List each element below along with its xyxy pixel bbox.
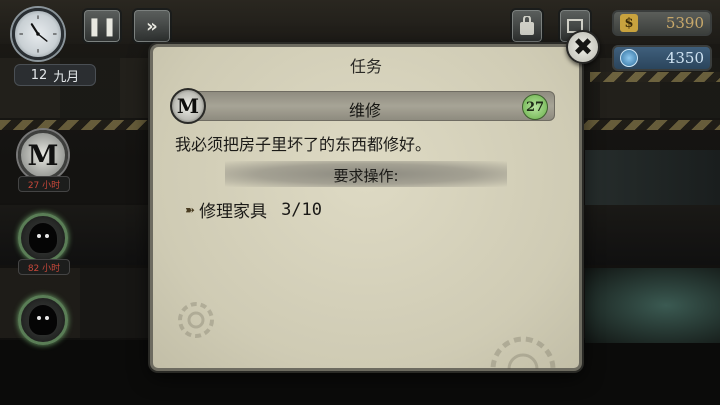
character-portrait-m[interactable]: M — [18, 130, 68, 180]
energy-orb-icon — [620, 49, 638, 67]
requirement-item: ➽ 修理家具 3/10 — [185, 197, 323, 223]
dollar-icon: $ — [620, 14, 638, 32]
close-button[interactable]: ✖ — [566, 30, 600, 64]
inventory-button[interactable] — [510, 8, 544, 44]
fast-forward-button[interactable]: » — [132, 8, 172, 44]
pause-icon: ❚❚ — [86, 15, 118, 37]
gear-decoration-icon — [178, 302, 214, 338]
money-value: 5390 — [665, 14, 704, 32]
requirements-header: 要求操作: — [225, 161, 507, 187]
pause-button[interactable]: ❚❚ — [82, 8, 122, 44]
character-portrait-shadow[interactable] — [18, 213, 68, 263]
background-room — [585, 150, 720, 205]
clock-icon — [12, 8, 64, 60]
dialog-title: 任务 — [349, 57, 382, 76]
gear-decoration-icon — [490, 336, 556, 369]
task-name: 维修 — [348, 101, 381, 120]
shadow-character-icon — [29, 305, 57, 335]
task-dialog: 任务 M 维修 27 我必须把房子里坏了的东西都修好。 要求操作: ➽ 修理家具… — [150, 44, 582, 371]
fast-forward-icon: » — [146, 15, 158, 37]
character-portrait-shadow[interactable] — [18, 295, 68, 345]
arrow-bullet-icon: ➽ — [185, 202, 196, 217]
character-m-icon: M — [27, 138, 59, 172]
hazard-stripe — [590, 72, 720, 82]
character-time-tag: 27 小时 — [18, 176, 70, 192]
energy-counter: 4350 — [612, 45, 712, 71]
bag-icon — [520, 16, 534, 35]
energy-value: 4350 — [665, 49, 704, 67]
money-counter: $ 5390 — [612, 10, 712, 36]
task-level-badge: 27 — [522, 94, 548, 120]
date-display: 12 九月 — [14, 64, 96, 86]
task-header: M 维修 27 — [170, 88, 555, 124]
task-description: 我必须把房子里坏了的东西都修好。 — [175, 135, 432, 154]
shadow-character-icon — [29, 223, 57, 253]
character-time-tag: 82 小时 — [18, 259, 70, 275]
requirements-label: 要求操作: — [333, 167, 399, 185]
close-icon: ✖ — [572, 33, 594, 61]
date-month: 九月 — [53, 69, 80, 85]
requirement-progress: 3/10 — [281, 199, 323, 220]
requirement-label: 修理家具 — [199, 202, 268, 222]
background-room-lit — [585, 268, 720, 343]
date-day: 12 — [30, 67, 48, 83]
